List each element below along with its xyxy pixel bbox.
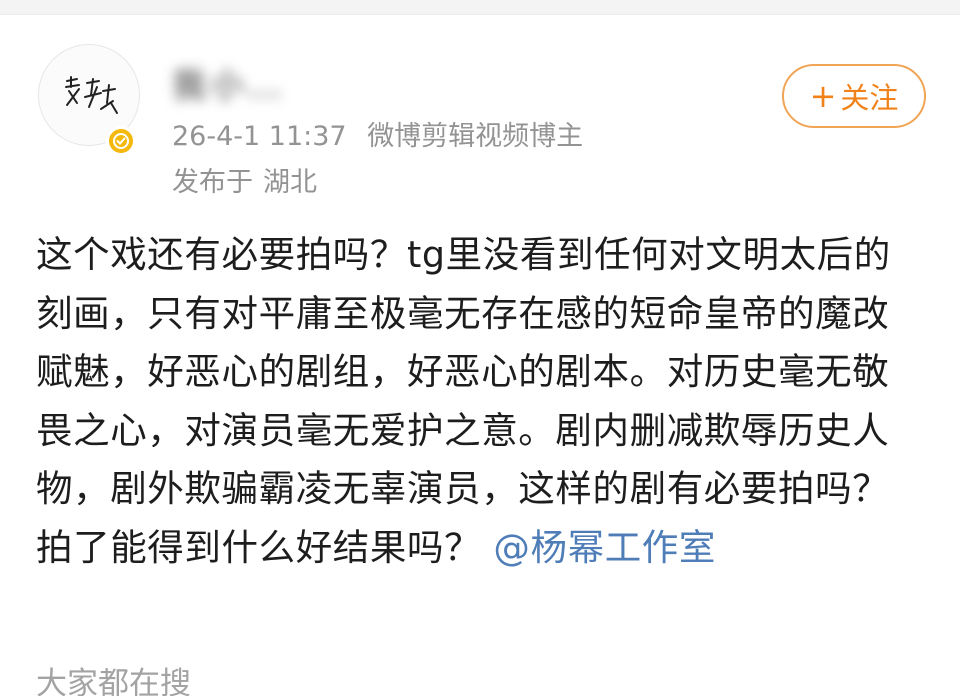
author-role: 微博剪辑视频博主 bbox=[367, 121, 584, 152]
trending-section-title: 大家都在搜 bbox=[36, 666, 191, 696]
location-value: 湖北 bbox=[263, 167, 317, 198]
post-meta: 26-4-1 11:37 微博剪辑视频博主 bbox=[172, 114, 583, 153]
follow-button[interactable]: + 关注 bbox=[782, 64, 926, 128]
post-text: 这个戏还有必要拍吗？tg里没看到任何对文明太后的刻画，只有对平庸至极毫无存在感的… bbox=[36, 233, 891, 569]
post-location: 发布于 湖北 bbox=[172, 160, 317, 199]
location-prefix: 发布于 bbox=[172, 167, 253, 198]
plus-icon: + bbox=[809, 77, 837, 115]
follow-button-label: 关注 bbox=[840, 81, 899, 115]
check-icon bbox=[113, 133, 129, 149]
author-name-blurred[interactable]: 我小… bbox=[172, 58, 286, 107]
top-divider bbox=[0, 0, 960, 15]
post-timestamp: 26-4-1 11:37 bbox=[172, 121, 347, 152]
weibo-post-card: 我小… 26-4-1 11:37 微博剪辑视频博主 发布于 湖北 + 关注 这个戏… bbox=[0, 0, 960, 696]
avatar-calligraphy bbox=[65, 76, 118, 114]
post-content: 这个戏还有必要拍吗？tg里没看到任何对文明太后的刻画，只有对平庸至极毫无存在感的… bbox=[36, 226, 906, 577]
mention-link[interactable]: @杨幂工作室 bbox=[493, 526, 716, 569]
verified-badge-icon bbox=[106, 126, 136, 156]
